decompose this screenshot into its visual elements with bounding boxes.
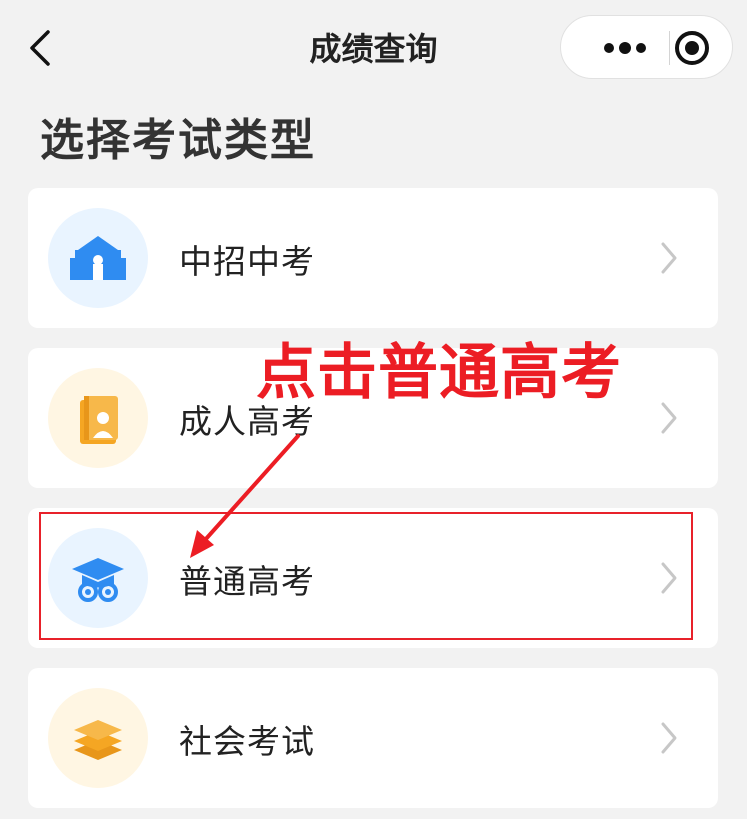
exam-icon-circle — [48, 528, 148, 628]
more-dots-icon — [604, 42, 646, 54]
exam-icon-circle — [48, 688, 148, 788]
exam-label: 社会考试 — [179, 722, 315, 761]
exam-label: 成人高考 — [179, 402, 315, 441]
stacked-layers-icon — [74, 720, 122, 760]
exam-card-gaokao[interactable]: 普通高考 — [28, 508, 718, 648]
target-circle-icon — [675, 31, 709, 65]
capsule-divider — [669, 31, 670, 65]
chevron-right-icon — [661, 402, 677, 434]
exam-card-zhongkao[interactable]: 中招中考 — [28, 188, 718, 328]
exam-icon-circle — [48, 208, 148, 308]
navigation-bar: 成绩查询 — [0, 0, 747, 96]
exam-icon-circle — [48, 368, 148, 468]
back-button[interactable] — [22, 26, 62, 70]
exam-label: 普通高考 — [179, 562, 315, 601]
chevron-right-icon — [661, 242, 677, 274]
chevron-left-icon — [30, 30, 50, 66]
exam-card-adult[interactable]: 成人高考 — [28, 348, 718, 488]
book-person-icon — [80, 396, 118, 444]
chevron-right-icon — [661, 722, 677, 754]
school-building-icon — [70, 236, 126, 280]
more-button[interactable] — [579, 26, 663, 70]
close-miniprogram-button[interactable] — [675, 26, 723, 70]
exam-label: 中招中考 — [179, 242, 315, 281]
page-heading: 选择考试类型 — [40, 115, 316, 166]
chevron-right-icon — [661, 562, 677, 594]
miniprogram-capsule — [560, 15, 733, 79]
exam-card-social[interactable]: 社会考试 — [28, 668, 718, 808]
graduation-cap-icon — [72, 558, 124, 602]
